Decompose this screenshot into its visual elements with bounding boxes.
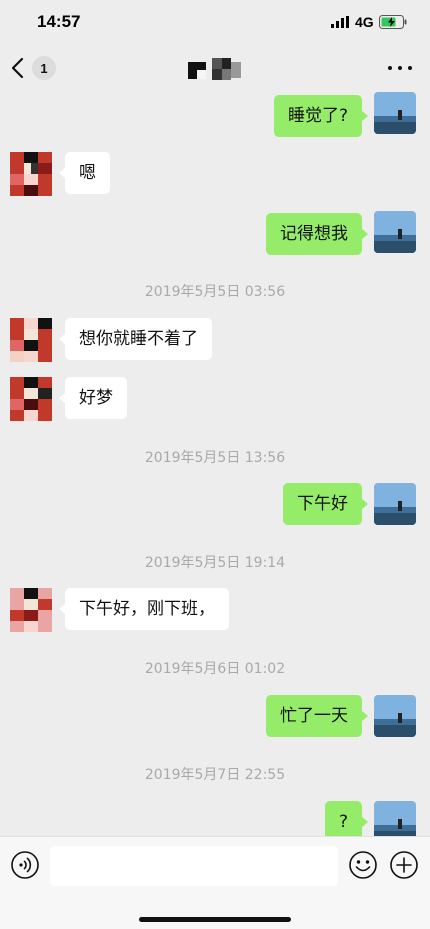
message-bubble-outgoing[interactable]: 记得想我 — [266, 213, 368, 255]
avatar-mosaic — [10, 377, 52, 421]
my-avatar[interactable] — [374, 695, 416, 737]
battery-charging-icon — [379, 15, 407, 29]
emoji-icon[interactable] — [348, 850, 378, 880]
message-bubble-incoming[interactable]: 嗯 — [59, 152, 110, 194]
message-timestamp: 2019年5月5日 03:56 — [144, 284, 286, 300]
home-indicator — [139, 917, 291, 922]
message-timestamp: 2019年5月6日 01:02 — [144, 661, 286, 677]
chat-history[interactable]: 睡觉了? 嗯 记得想我 2019年5月5日 03:56 想你就睡不着了 好梦 2… — [0, 92, 430, 836]
back-chevron-icon — [11, 57, 24, 79]
my-avatar[interactable] — [374, 211, 416, 253]
signal-icon — [331, 16, 349, 28]
avatar-photo — [374, 211, 416, 253]
avatar-photo — [374, 695, 416, 737]
more-dots-icon — [388, 66, 392, 70]
message-bubble-outgoing[interactable]: 睡觉了? — [273, 95, 369, 137]
message-timestamp: 2019年5月7日 22:55 — [144, 767, 286, 783]
contact-name-mosaic — [188, 58, 241, 80]
status-time: 14:57 — [37, 12, 81, 31]
message-bubble-incoming[interactable]: 好梦 — [59, 377, 127, 419]
avatar-mosaic — [10, 152, 52, 196]
message-bubble-incoming[interactable]: 想你就睡不着了 — [59, 318, 212, 360]
message-timestamp: 2019年5月5日 19:14 — [144, 555, 286, 571]
plus-icon[interactable] — [389, 850, 419, 880]
avatar-photo — [374, 483, 416, 525]
avatar-photo — [374, 801, 416, 836]
voice-icon[interactable] — [10, 850, 40, 880]
my-avatar[interactable] — [374, 483, 416, 525]
contact-avatar[interactable] — [10, 152, 52, 196]
unread-badge: 1 — [32, 56, 56, 80]
avatar-photo — [374, 92, 416, 134]
contact-avatar[interactable] — [10, 588, 52, 632]
status-bar: 14:57 4G — [0, 0, 430, 44]
network-label: 4G — [355, 14, 374, 30]
chat-header: 1 — [0, 44, 430, 92]
back-button[interactable]: 1 — [10, 54, 62, 82]
message-bubble-outgoing[interactable]: 下午好 — [283, 483, 368, 525]
avatar-mosaic — [10, 588, 52, 632]
message-bubble-outgoing[interactable]: ? — [324, 801, 369, 836]
avatar-mosaic — [10, 318, 52, 362]
contact-avatar[interactable] — [10, 318, 52, 362]
contact-avatar[interactable] — [10, 377, 52, 421]
message-bubble-incoming[interactable]: 下午好，刚下班， — [59, 588, 229, 630]
message-bubble-outgoing[interactable]: 忙了一天 — [266, 695, 368, 737]
message-timestamp: 2019年5月5日 13:56 — [144, 450, 286, 466]
my-avatar[interactable] — [374, 801, 416, 836]
more-options-button[interactable] — [388, 58, 412, 78]
message-input[interactable] — [50, 846, 338, 886]
my-avatar[interactable] — [374, 92, 416, 134]
message-input-bar — [0, 836, 430, 929]
